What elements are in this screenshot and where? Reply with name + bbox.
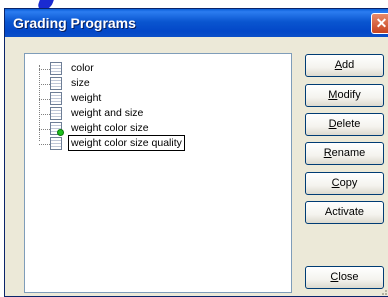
- screen: Grading Programs ✕ color size weight wei…: [0, 0, 388, 297]
- button-label: dd: [342, 59, 355, 71]
- close-icon[interactable]: ✕: [371, 13, 388, 34]
- document-icon: [50, 77, 62, 90]
- button-label: opy: [339, 177, 358, 189]
- accelerator-key: C: [331, 177, 340, 189]
- document-icon: [50, 92, 62, 105]
- programs-tree[interactable]: color size weight weight and size weight…: [24, 53, 292, 293]
- active-status-icon: [57, 129, 64, 136]
- close-button[interactable]: Close: [305, 266, 384, 289]
- document-icon: [50, 107, 62, 120]
- title-bar[interactable]: Grading Programs ✕: [5, 9, 388, 37]
- accelerator-key: A: [334, 59, 343, 71]
- button-label: elete: [336, 118, 361, 130]
- accelerator-key: R: [323, 147, 332, 159]
- tree-item-label: color: [71, 62, 94, 74]
- modify-button[interactable]: Modify: [305, 84, 384, 107]
- grading-programs-dialog: Grading Programs ✕ color size weight wei…: [4, 8, 388, 297]
- tree-item-label-selected: weight color size quality: [68, 135, 185, 151]
- tree-branch-line: [39, 114, 50, 115]
- tree-branch-line: [39, 144, 50, 145]
- tree-item-label: weight and size: [71, 107, 144, 119]
- accelerator-key: D: [328, 118, 337, 130]
- delete-button[interactable]: Delete: [305, 113, 384, 136]
- tree-branch-line: [39, 129, 50, 130]
- copy-button[interactable]: Copy: [305, 172, 384, 195]
- tree-branch-line: [39, 99, 50, 100]
- add-button[interactable]: Add: [305, 54, 384, 77]
- tree-branch-line: [39, 69, 50, 70]
- document-icon: [50, 62, 62, 75]
- button-label: lose: [338, 271, 359, 283]
- button-label: odify: [337, 89, 361, 101]
- tree-branch-line: [39, 84, 50, 85]
- tree-item-label: weight: [71, 92, 102, 104]
- tree-item-label: weight color size: [71, 122, 149, 134]
- document-icon: [50, 137, 62, 150]
- dialog-title: Grading Programs: [13, 15, 136, 31]
- rename-button[interactable]: Rename: [305, 142, 384, 165]
- tree-item-label: size: [71, 77, 90, 89]
- resize-grip-icon[interactable]: [378, 286, 388, 296]
- activate-button[interactable]: Activate: [305, 201, 384, 224]
- button-label: Activate: [324, 206, 365, 218]
- button-label: ename: [331, 147, 366, 159]
